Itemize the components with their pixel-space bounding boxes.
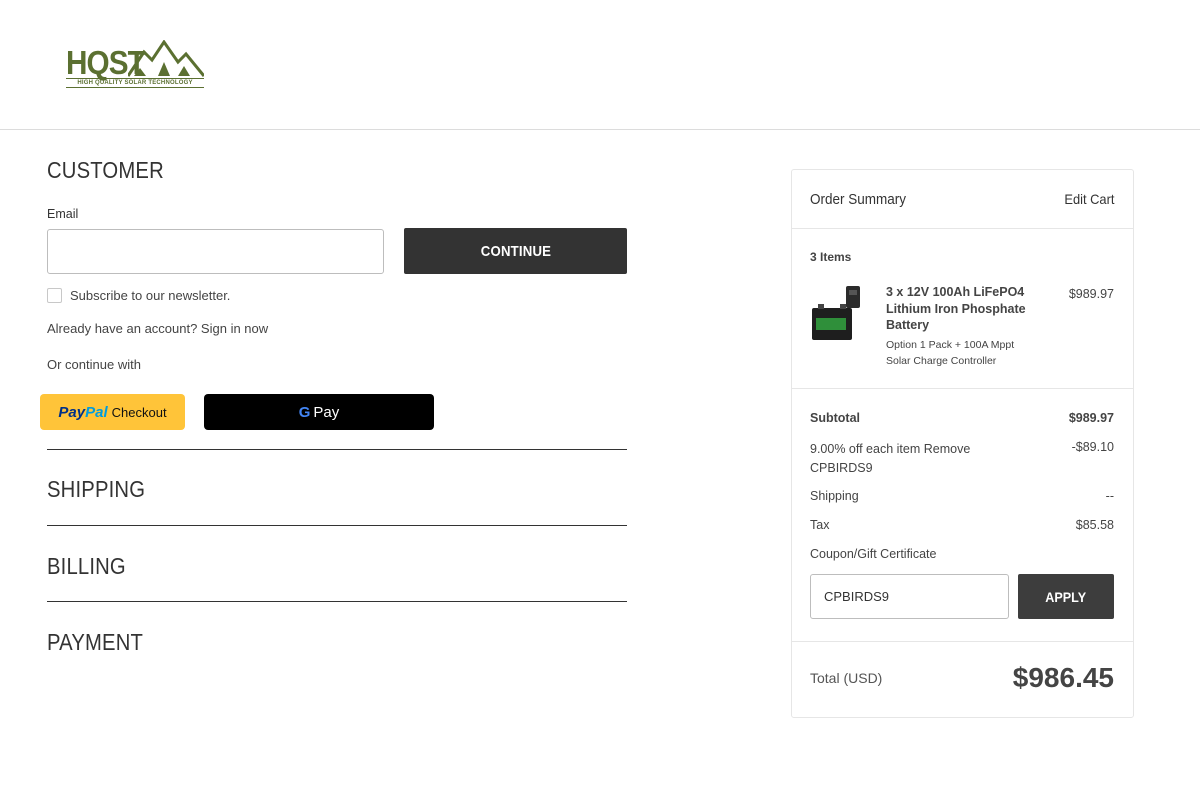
- continue-button[interactable]: CONTINUE: [404, 228, 627, 274]
- email-field[interactable]: [47, 229, 384, 274]
- google-pay-button[interactable]: G Pay: [204, 394, 434, 430]
- summary-divider: [792, 228, 1133, 229]
- customer-section-title: CUSTOMER: [47, 157, 164, 183]
- paypal-checkout-button[interactable]: PayPal Checkout: [40, 394, 185, 430]
- summary-divider: [792, 388, 1133, 389]
- order-summary-title: Order Summary: [810, 191, 907, 208]
- items-count: 3 Items: [810, 250, 852, 264]
- section-divider: [47, 601, 627, 602]
- paypal-logo-icon: PayPal: [58, 404, 107, 421]
- mountain-logo-icon: [128, 40, 204, 77]
- subtotal-label: Subtotal: [810, 411, 860, 425]
- shipping-label: Shipping: [810, 489, 859, 503]
- product-price: $989.97: [1068, 287, 1114, 301]
- site-header: HQST HIGH QUALITY SOLAR TECHNOLOGY: [0, 0, 1200, 130]
- product-option: Option 1 Pack + 100A Mppt Solar Charge C…: [886, 339, 1015, 367]
- paypal-button-label: Checkout: [111, 404, 167, 420]
- subtotal-value: $989.97: [1068, 411, 1114, 425]
- section-divider: [47, 449, 627, 450]
- discount-value: -$89.10: [1071, 440, 1114, 454]
- apply-button-label: APPLY: [1045, 588, 1087, 605]
- shipping-section-title: SHIPPING: [47, 476, 146, 502]
- google-g-icon: G: [298, 403, 311, 421]
- battery-product-image: [812, 286, 860, 340]
- coupon-label: Coupon/Gift Certificate: [810, 547, 937, 561]
- product-name: 3 x 12V 100Ah LiFePO4 Lithium Iron Phosp…: [886, 285, 1026, 332]
- section-divider: [47, 525, 627, 526]
- apply-coupon-button[interactable]: APPLY: [1018, 574, 1114, 619]
- billing-section-title: BILLING: [47, 553, 126, 579]
- newsletter-checkbox[interactable]: [47, 288, 62, 303]
- summary-divider: [792, 641, 1133, 642]
- total-label: Total (USD): [810, 670, 883, 686]
- google-pay-label: Pay: [313, 403, 340, 421]
- coupon-input[interactable]: CPBIRDS9: [810, 574, 1009, 619]
- logo-tagline: HIGH QUALITY SOLAR TECHNOLOGY: [66, 78, 204, 88]
- email-label: Email: [47, 207, 79, 221]
- paypal-logo-part-1: Pay: [58, 403, 86, 421]
- edit-cart-link[interactable]: Edit Cart: [1064, 191, 1114, 207]
- payment-section-title: PAYMENT: [47, 629, 144, 655]
- order-summary-panel: Order Summary Edit Cart 3 Items 3 x 12V …: [791, 169, 1134, 718]
- signin-link[interactable]: Already have an account? Sign in now: [47, 321, 268, 336]
- or-continue-with-text: Or continue with: [47, 357, 141, 372]
- newsletter-label[interactable]: Subscribe to our newsletter.: [70, 288, 230, 303]
- hqst-logo[interactable]: HQST HIGH QUALITY SOLAR TECHNOLOGY: [66, 40, 204, 92]
- discount-label[interactable]: 9.00% off each item Remove CPBIRDS9: [810, 440, 990, 478]
- shipping-value: --: [1105, 489, 1114, 503]
- tax-label: Tax: [810, 518, 830, 532]
- tax-value: $85.58: [1075, 518, 1114, 532]
- total-value: $986.45: [1012, 662, 1114, 693]
- continue-button-label: CONTINUE: [480, 242, 551, 260]
- paypal-logo-part-2: Pal: [85, 403, 108, 421]
